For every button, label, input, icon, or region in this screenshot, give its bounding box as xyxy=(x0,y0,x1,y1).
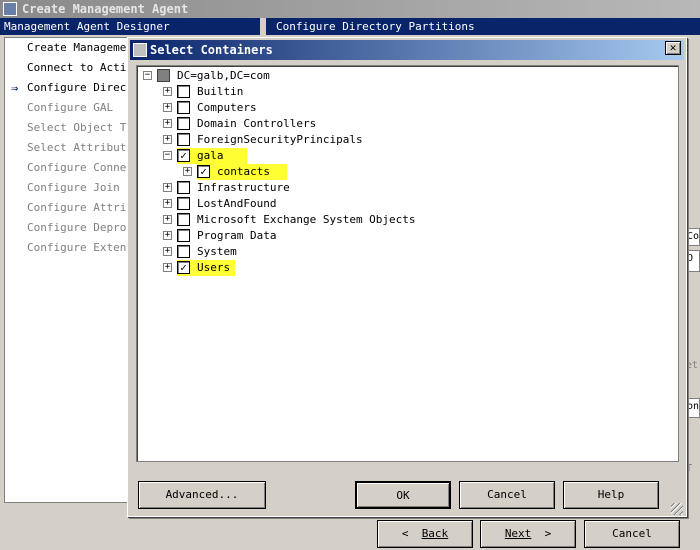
wizard-step[interactable]: Connect to Active xyxy=(27,61,140,74)
back-label: Back xyxy=(421,527,449,540)
container-checkbox[interactable] xyxy=(177,117,190,130)
wizard-step: Configure Extensi xyxy=(27,241,140,254)
expand-icon[interactable]: + xyxy=(163,247,172,256)
dialog-title: Select Containers xyxy=(150,43,273,57)
advanced-button[interactable]: Advanced... xyxy=(138,481,266,509)
wizard-step: Configure Join an xyxy=(27,181,140,194)
app-icon xyxy=(3,2,17,16)
next-arrow-icon: > xyxy=(544,527,552,540)
container-checkbox[interactable] xyxy=(177,213,190,226)
container-checkbox[interactable] xyxy=(177,181,190,194)
tree-node[interactable]: + ✓ Users xyxy=(137,260,677,276)
tree-node-label: Computers xyxy=(197,101,257,114)
window-titlebar: Create Management Agent xyxy=(0,0,700,18)
expand-icon[interactable]: + xyxy=(163,215,172,224)
container-checkbox[interactable] xyxy=(177,101,190,114)
tree-node-label: Builtin xyxy=(197,85,244,98)
next-button[interactable]: Next > xyxy=(480,520,576,548)
tree-node-label: Users xyxy=(197,261,231,274)
tree-node-label: gala xyxy=(197,149,224,162)
tristate-checkbox[interactable] xyxy=(157,69,170,82)
tree-node[interactable]: − DC=galb,DC=com xyxy=(137,68,677,84)
dialog-cancel-button[interactable]: Cancel xyxy=(459,481,555,509)
next-label: Next xyxy=(504,527,532,540)
tree-node-label: contacts xyxy=(217,165,270,178)
wizard-step[interactable]: Create Management xyxy=(27,41,140,54)
expand-icon[interactable]: + xyxy=(163,87,172,96)
wizard-step: Select Attributes xyxy=(27,141,140,154)
underlying-button-fragment[interactable]: O xyxy=(686,250,700,272)
tree-node-label: Microsoft Exchange System Objects xyxy=(197,213,416,226)
container-checkbox[interactable]: ✓ xyxy=(177,149,190,162)
underlying-text-fragment: et xyxy=(686,360,699,371)
dialog-icon xyxy=(133,43,147,57)
tree-node-label: Program Data xyxy=(197,229,277,242)
wizard-step: Configure Connect xyxy=(27,161,140,174)
wizard-step: Configure GAL xyxy=(27,101,114,114)
tree-node-label: DC=galb,DC=com xyxy=(177,69,270,82)
tree-node[interactable]: + ✓ contacts xyxy=(137,164,677,180)
wizard-step: Select Object Typ xyxy=(27,121,140,134)
tree-node-label: Infrastructure xyxy=(197,181,290,194)
underlying-button-fragment-2[interactable]: on xyxy=(686,398,700,418)
wizard-step: Configure Deprovi xyxy=(27,221,140,234)
select-containers-dialog: Select Containers ✕ − DC=galb,DC=com + Buil… xyxy=(127,37,687,517)
expand-icon[interactable]: + xyxy=(163,103,172,112)
container-checkbox[interactable] xyxy=(177,229,190,242)
dialog-titlebar: Select Containers xyxy=(130,40,684,60)
back-arrow-icon: < xyxy=(401,527,409,540)
expand-icon[interactable]: + xyxy=(163,119,172,128)
tree-node[interactable]: + Builtin xyxy=(137,84,677,100)
tree-node[interactable]: + Domain Controllers xyxy=(137,116,677,132)
wizard-step: Configure Attribu xyxy=(27,201,140,214)
container-checkbox[interactable]: ✓ xyxy=(177,261,190,274)
close-icon[interactable]: ✕ xyxy=(665,41,681,55)
expand-icon[interactable]: + xyxy=(163,231,172,240)
wizard-cancel-button[interactable]: Cancel xyxy=(584,520,680,548)
expand-icon[interactable]: + xyxy=(163,263,172,272)
container-checkbox[interactable] xyxy=(177,197,190,210)
collapse-icon[interactable]: − xyxy=(143,71,152,80)
wizard-step[interactable]: Configure Directo xyxy=(27,81,140,94)
tree-node[interactable]: + Microsoft Exchange System Objects xyxy=(137,212,677,228)
tree-node[interactable]: + Program Data xyxy=(137,228,677,244)
page-header: Configure Directory Partitions xyxy=(266,18,700,35)
container-checkbox[interactable] xyxy=(177,85,190,98)
tree-node[interactable]: + Computers xyxy=(137,100,677,116)
container-checkbox[interactable] xyxy=(177,133,190,146)
collapse-icon[interactable]: − xyxy=(163,151,172,160)
back-button[interactable]: < Back xyxy=(377,520,473,548)
container-tree: − DC=galb,DC=com + Builtin + Computers + Domain… xyxy=(136,65,679,462)
container-checkbox[interactable] xyxy=(177,245,190,258)
expand-icon[interactable]: + xyxy=(163,199,172,208)
underlying-column-header: Co xyxy=(686,228,700,246)
window-title: Create Management Agent xyxy=(22,2,189,16)
tree-node[interactable]: + Infrastructure xyxy=(137,180,677,196)
tree-node-label: LostAndFound xyxy=(197,197,277,210)
help-button[interactable]: Help xyxy=(563,481,659,509)
resize-grip-icon[interactable] xyxy=(671,503,683,515)
expand-icon[interactable]: + xyxy=(183,167,192,176)
expand-icon[interactable]: + xyxy=(163,135,172,144)
current-step-arrow-icon: ⇒ xyxy=(11,81,19,95)
tree-node[interactable]: + ForeignSecurityPrincipals xyxy=(137,132,677,148)
tree-node[interactable]: + System xyxy=(137,244,677,260)
ok-button[interactable]: OK xyxy=(355,481,451,509)
expand-icon[interactable]: + xyxy=(163,183,172,192)
tree-node-label: Domain Controllers xyxy=(197,117,317,130)
tree-node-label: System xyxy=(197,245,237,258)
tree-node-label: ForeignSecurityPrincipals xyxy=(197,133,363,146)
tree-node[interactable]: + LostAndFound xyxy=(137,196,677,212)
container-checkbox[interactable]: ✓ xyxy=(197,165,210,178)
designer-header: Management Agent Designer xyxy=(0,18,260,35)
tree-node[interactable]: − ✓ gala xyxy=(137,148,677,164)
